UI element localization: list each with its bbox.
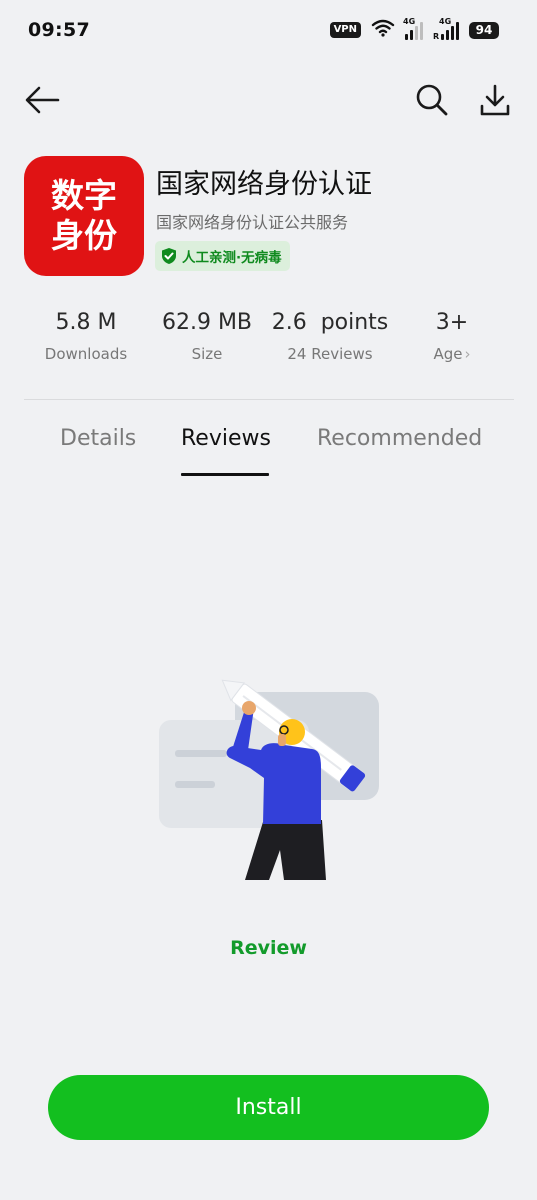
stat-label: Size [191,345,223,363]
download-button[interactable] [475,80,515,120]
app-icon-text-top: 数字 [51,176,117,215]
app-header: 数字 身份 国家网络身份认证 国家网络身份认证公共服务 人工亲测·无病毒 [24,156,514,276]
tab-reviews[interactable]: Reviews [181,426,271,451]
stat-downloads: 5.8 M Downloads [24,310,148,363]
back-button[interactable] [22,80,62,120]
app-icon-text-bottom: 身份 [51,216,117,255]
verified-badge: 人工亲测·无病毒 [155,241,290,271]
stat-label: 24 Reviews [287,345,373,363]
stat-value: 3+ [435,310,469,335]
stat-value: 2.6 points [271,310,389,335]
tab-recommended[interactable]: Recommended [317,426,482,451]
person-holding-pencil-illustration [150,650,390,890]
app-stats: 5.8 M Downloads 62.9 MB Size 2.6 points … [24,310,514,374]
chevron-right-icon: › [464,345,471,363]
stat-value: 62.9 MB [161,310,253,335]
stat-size: 62.9 MB Size [145,310,269,363]
stat-age[interactable]: 3+ Age › [390,310,514,363]
install-button[interactable]: Install [48,1075,489,1140]
battery-indicator: 94 [469,21,499,39]
app-icon: 数字 身份 [24,156,144,276]
app-subtitle: 国家网络身份认证公共服务 [156,213,349,232]
search-button[interactable] [412,80,452,120]
shield-check-icon [162,248,176,264]
active-tab-indicator [181,473,269,476]
tab-bar: Details Reviews Recommended [0,426,537,478]
download-icon [480,84,510,116]
stat-rating[interactable]: 2.6 points 24 Reviews [268,310,392,363]
verified-label: 人工亲测·无病毒 [182,250,282,266]
stat-label: Age [433,345,463,363]
stat-value: 5.8 M [55,310,117,335]
stat-label-wrap: Age › [390,345,514,363]
write-review-link[interactable]: Review [0,937,537,959]
search-icon [416,84,448,116]
status-time: 09:57 [28,19,90,41]
status-bar: 09:57 VPN 4G 4G R 94 [0,0,537,60]
arrow-left-icon [25,86,60,114]
status-icons: VPN 4G 4G R 94 [329,17,499,41]
signal-2-icon: 4G R [433,17,459,41]
signal-1-icon: 4G [403,17,423,40]
tab-details[interactable]: Details [60,426,136,451]
top-nav [0,76,537,124]
wifi-icon [371,19,395,41]
app-name: 国家网络身份认证 [156,169,372,200]
stat-label: Downloads [44,345,128,363]
vpn-badge: VPN [329,22,361,38]
divider [24,399,514,400]
